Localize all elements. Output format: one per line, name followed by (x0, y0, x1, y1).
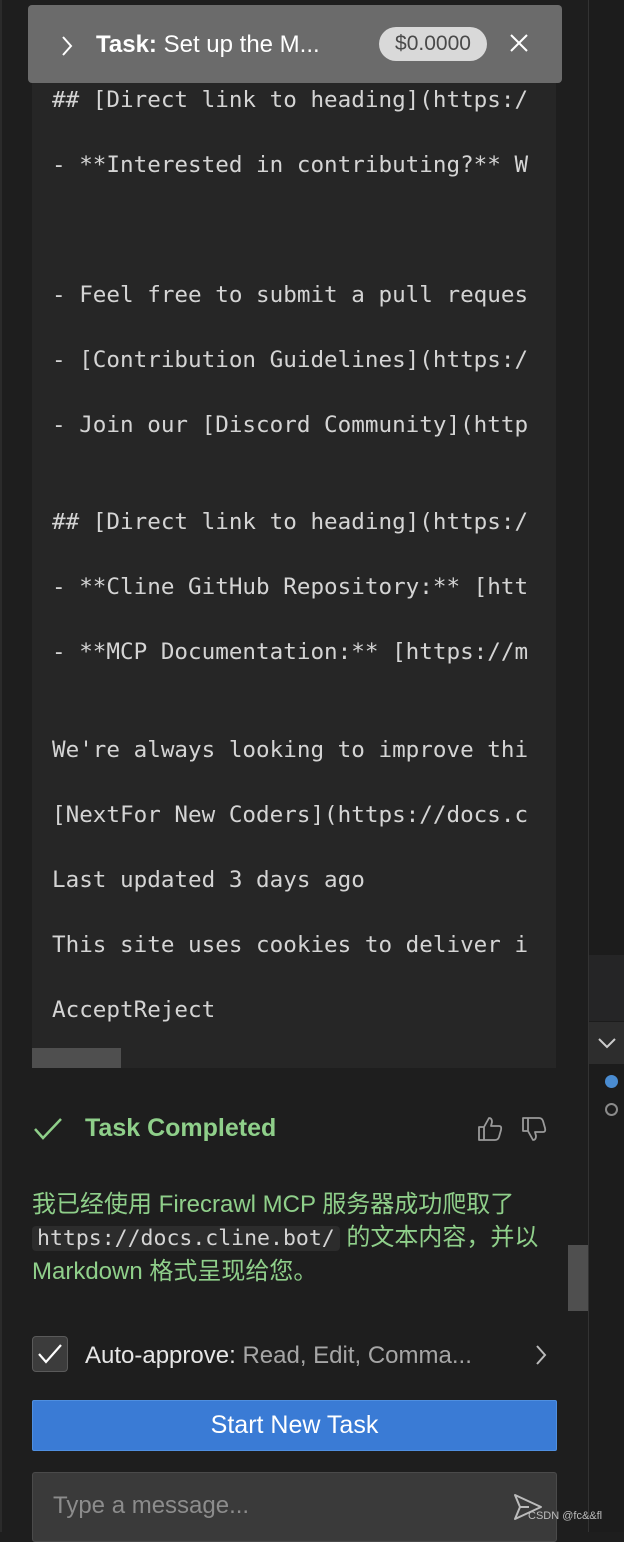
horizontal-scrollbar-thumb[interactable] (32, 1048, 121, 1068)
code-line: ## [Direct link to heading](https:/ (52, 509, 529, 535)
completion-message-text: 我已经使用 Firecrawl MCP 服务器成功爬取了 (32, 1191, 515, 1218)
thumbs-up-icon[interactable] (476, 1116, 504, 1142)
status-dot-inactive[interactable] (605, 1103, 618, 1116)
cost-badge: $0.0000 (379, 27, 487, 61)
task-title: Task: Set up the M... (96, 31, 320, 59)
thumbs-down-icon[interactable] (520, 1116, 548, 1142)
completion-url: https://docs.cline.bot/ (32, 1226, 340, 1251)
checkmark-icon (38, 1344, 62, 1364)
auto-approve-value: Read, Edit, Comma... (242, 1342, 472, 1369)
auto-approve-key: Auto-approve: (85, 1342, 236, 1369)
code-line: - [Contribution Guidelines](https:/ (52, 347, 529, 373)
code-line: Last updated 3 days ago (52, 867, 365, 893)
code-line: - **Cline GitHub Repository:** [htt (52, 574, 529, 600)
code-line: - **MCP Documentation:** [https://m (52, 639, 529, 665)
code-line: We're always looking to improve thi (52, 737, 529, 763)
auto-approve-row[interactable]: Auto-approve: Read, Edit, Comma... (32, 1336, 556, 1376)
chevron-down-icon (598, 1038, 616, 1049)
code-line: [NextFor New Coders](https://docs.c (52, 802, 529, 828)
task-label: Task: (96, 31, 157, 58)
code-line: AcceptReject (52, 997, 216, 1023)
watermark: CSDN @fc&&fl (528, 1510, 603, 1522)
status-dot-active[interactable] (605, 1075, 618, 1088)
collapse-button[interactable] (589, 1022, 624, 1064)
right-gutter (588, 0, 624, 1532)
auto-approve-label: Auto-approve: Read, Edit, Comma... (85, 1342, 472, 1370)
left-edge (0, 0, 2, 1532)
completion-message: 我已经使用 Firecrawl MCP 服务器成功爬取了 https://doc… (32, 1188, 552, 1288)
task-header[interactable]: Task: Set up the M... $0.0000 (28, 5, 562, 83)
code-line: ## [Direct link to heading](https:/ (52, 87, 529, 113)
task-completed-label: Task Completed (85, 1114, 277, 1142)
start-new-task-button[interactable]: Start New Task (32, 1400, 557, 1451)
gutter-band (589, 955, 624, 1021)
chevron-right-icon[interactable] (60, 35, 74, 57)
code-line: - **Interested in contributing?** W (52, 152, 529, 178)
code-line: - Feel free to submit a pull reques (52, 282, 529, 308)
check-icon (34, 1118, 62, 1140)
vertical-scrollbar-thumb[interactable] (568, 1245, 588, 1311)
code-line: - Join our [Discord Community](http (52, 412, 529, 438)
task-completed-row: Task Completed (32, 1108, 556, 1152)
message-input[interactable] (51, 1491, 495, 1521)
chevron-right-icon[interactable] (534, 1344, 548, 1366)
auto-approve-checkbox[interactable] (32, 1336, 68, 1372)
code-line: This site uses cookies to deliver i (52, 932, 529, 958)
close-icon[interactable] (508, 32, 530, 54)
markdown-output-block: ## [Direct link to heading](https:/ - **… (32, 80, 556, 1068)
task-name: Set up the M... (163, 31, 320, 58)
